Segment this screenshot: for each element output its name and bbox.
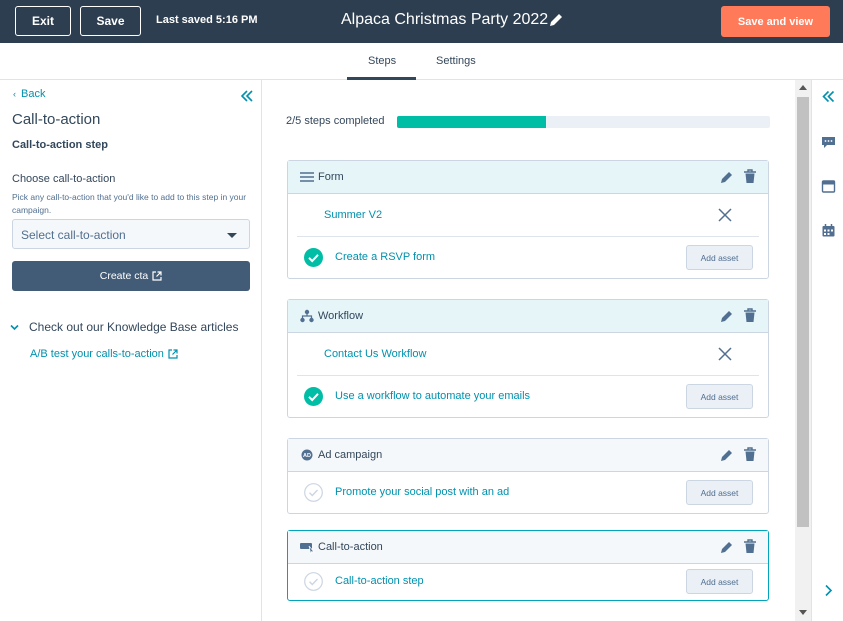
choose-cta-label: Choose call-to-action	[12, 173, 116, 185]
trash-icon[interactable]	[743, 169, 757, 184]
external-link-icon	[152, 271, 162, 281]
left-panel: ‹ Back Call-to-action Call-to-action step…	[0, 80, 262, 621]
list-icon	[300, 172, 314, 182]
progress-bar	[397, 116, 770, 128]
comment-icon[interactable]	[821, 135, 836, 150]
asset-link[interactable]: Summer V2	[324, 209, 382, 221]
save-and-view-button[interactable]: Save and view	[721, 6, 830, 37]
pencil-icon[interactable]	[720, 309, 734, 323]
scroll-down-arrow-icon[interactable]	[799, 610, 807, 615]
step-card-ad-campaign: AD Ad campaign Promote your social post …	[287, 438, 769, 514]
add-asset-button[interactable]: Add asset	[686, 569, 753, 594]
svg-text:AD: AD	[303, 453, 311, 459]
step-title: Form	[318, 171, 344, 183]
check-circle-icon[interactable]	[304, 248, 323, 267]
ads-icon: AD	[301, 449, 313, 461]
step-header: AD Ad campaign	[288, 439, 768, 472]
scrollbar-thumb[interactable]	[797, 97, 809, 527]
step-title: Call-to-action	[318, 541, 383, 553]
kb-accordion-toggle[interactable]: Check out our Knowledge Base articles	[10, 320, 238, 334]
tab-bar: Steps Settings	[0, 43, 843, 80]
tab-steps[interactable]: Steps	[368, 55, 396, 67]
exit-button[interactable]: Exit	[15, 6, 71, 36]
kb-header-label: Check out our Knowledge Base articles	[29, 320, 239, 334]
last-saved-status: Last saved 5:16 PM	[156, 14, 258, 26]
cta-select-placeholder: Select call-to-action	[21, 228, 126, 242]
pencil-icon[interactable]	[720, 540, 734, 554]
save-button[interactable]: Save	[80, 6, 141, 36]
cta-icon	[300, 543, 315, 554]
task-row: Call-to-action step Add asset	[288, 564, 768, 600]
task-row: Promote your social post with an ad Add …	[288, 472, 768, 513]
progress-fill	[397, 116, 547, 128]
task-label[interactable]: Call-to-action step	[335, 575, 424, 587]
pencil-icon[interactable]	[720, 170, 734, 184]
right-rail	[811, 80, 843, 621]
back-link[interactable]: ‹ Back	[13, 88, 45, 100]
step-card-form: Form Summer V2 Create a RSVP form Add as…	[287, 160, 769, 279]
create-cta-label: Create cta	[99, 270, 149, 282]
trash-icon[interactable]	[743, 539, 757, 554]
check-circle-icon[interactable]	[304, 387, 323, 406]
external-link-icon	[168, 349, 178, 359]
kb-link-label: A/B test your calls-to-action	[30, 348, 164, 360]
panel-title: Call-to-action	[12, 111, 101, 128]
step-title: Ad campaign	[318, 449, 383, 461]
task-row: Use a workflow to automate your emails A…	[288, 376, 768, 417]
step-card-workflow: Workflow Contact Us Workflow Use a workf…	[287, 299, 769, 418]
create-cta-button[interactable]: Create cta	[12, 261, 250, 291]
add-asset-button[interactable]: Add asset	[686, 480, 753, 505]
pencil-icon[interactable]	[548, 12, 564, 28]
asset-link[interactable]: Contact Us Workflow	[324, 348, 427, 360]
workflow-icon	[300, 309, 314, 323]
empty-check-circle-icon[interactable]	[304, 483, 323, 502]
step-title: Workflow	[318, 310, 364, 322]
task-label[interactable]: Promote your social post with an ad	[335, 486, 509, 498]
trash-icon[interactable]	[743, 308, 757, 323]
step-header: Call-to-action	[288, 531, 768, 564]
kb-article-link[interactable]: A/B test your calls-to-action	[30, 348, 178, 360]
add-asset-button[interactable]: Add asset	[686, 384, 753, 409]
step-header: Form	[288, 161, 768, 194]
tab-settings[interactable]: Settings	[436, 55, 476, 67]
panel-subtitle: Call-to-action step	[12, 139, 108, 151]
caret-down-icon	[227, 233, 237, 238]
steps-main: 2/5 steps completed Form Summer V2 Creat…	[263, 80, 795, 621]
scroll-up-arrow-icon[interactable]	[799, 85, 807, 90]
asset-row: Summer V2	[297, 194, 759, 237]
task-label[interactable]: Use a workflow to automate your emails	[335, 390, 530, 402]
progress-label: 2/5 steps completed	[286, 115, 385, 127]
browser-window-icon[interactable]	[821, 179, 836, 194]
calendar-icon[interactable]	[821, 223, 836, 238]
double-chevron-left-icon[interactable]	[239, 88, 255, 104]
double-chevron-left-icon[interactable]	[821, 89, 836, 104]
task-row: Create a RSVP form Add asset	[288, 237, 768, 278]
cta-select[interactable]: Select call-to-action	[12, 219, 250, 249]
step-header: Workflow	[288, 300, 768, 333]
task-label[interactable]: Create a RSVP form	[335, 251, 435, 263]
vertical-scrollbar[interactable]	[795, 80, 811, 621]
add-asset-button[interactable]: Add asset	[686, 245, 753, 270]
empty-check-circle-icon[interactable]	[304, 572, 323, 591]
close-icon[interactable]	[718, 208, 732, 222]
top-bar: Exit Save Last saved 5:16 PM Alpaca Chri…	[0, 0, 843, 43]
campaign-title: Alpaca Christmas Party 2022	[341, 11, 549, 28]
trash-icon[interactable]	[743, 447, 757, 462]
back-label: Back	[21, 88, 46, 100]
chevron-down-icon	[10, 324, 19, 330]
step-card-call-to-action: Call-to-action Call-to-action step Add a…	[287, 530, 769, 601]
asset-row: Contact Us Workflow	[297, 333, 759, 376]
choose-cta-help: Pick any call-to-action that you'd like …	[12, 192, 247, 215]
chevron-left-icon: ‹	[13, 89, 16, 99]
chevron-right-icon[interactable]	[821, 583, 836, 598]
close-icon[interactable]	[718, 347, 732, 361]
pencil-icon[interactable]	[720, 448, 734, 462]
